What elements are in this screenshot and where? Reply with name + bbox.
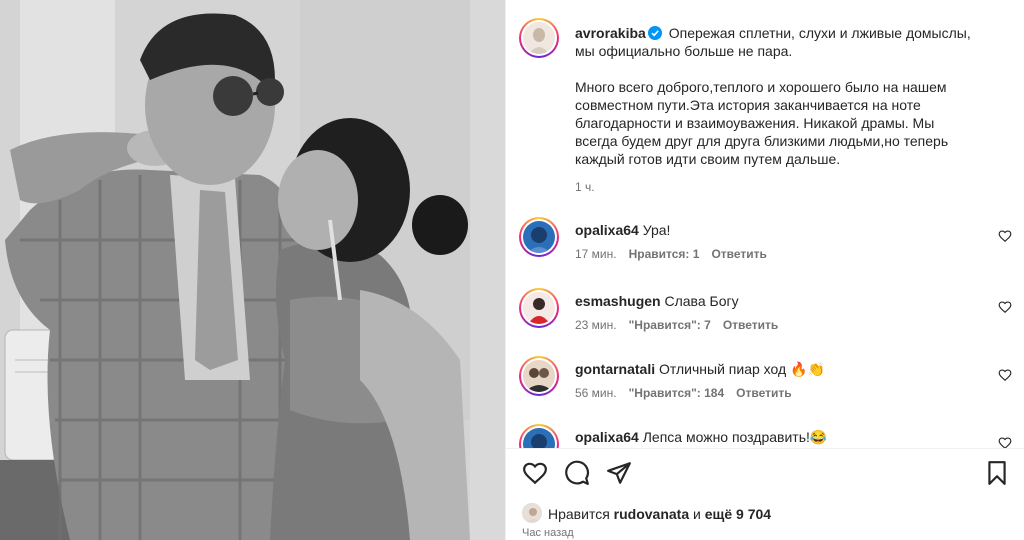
comment-item: esmashugen Слава Богу 23 мин. "Нравится":…: [517, 286, 1017, 346]
comment-text: Отличный пиар ход 🔥👏: [659, 361, 825, 377]
comment-time[interactable]: 17 мин.: [575, 247, 617, 261]
comment-time[interactable]: 23 мин.: [575, 318, 617, 332]
comment-username[interactable]: opalixa64: [575, 429, 639, 445]
comment-username[interactable]: gontarnatali: [575, 361, 655, 377]
comment-text: Лепса можно поздравить!😂: [642, 429, 828, 445]
bookmark-icon[interactable]: [984, 460, 1010, 486]
comment-icon[interactable]: [564, 460, 590, 486]
likes-middle: и: [693, 506, 701, 522]
caption-line: совместном пути.Эта история заканчиваетс…: [575, 97, 921, 113]
post-time-ago[interactable]: Час назад: [522, 527, 574, 539]
reply-button[interactable]: Ответить: [711, 247, 766, 261]
verified-badge-icon: [647, 26, 662, 40]
comment-likes[interactable]: "Нравится": 184: [629, 386, 725, 400]
post-action-bar: [522, 460, 1012, 488]
likes-count[interactable]: ещё 9 704: [705, 506, 771, 522]
comment-item: gontarnatali Отличный пиар ход 🔥👏 56 мин…: [517, 354, 1017, 414]
post-photo: [0, 0, 505, 540]
share-icon[interactable]: [606, 460, 632, 486]
caption-line: благодарности и взаимоуважения. Никакой …: [575, 115, 935, 131]
reply-button[interactable]: Ответить: [736, 386, 791, 400]
heart-icon[interactable]: [522, 460, 548, 486]
likes-prefix: Нравится: [548, 506, 610, 522]
comment-heart-icon[interactable]: [998, 368, 1012, 382]
comment-heart-icon[interactable]: [998, 300, 1012, 314]
reply-button[interactable]: Ответить: [723, 318, 778, 332]
comment-heart-icon[interactable]: [998, 229, 1012, 243]
comment-time[interactable]: 56 мин.: [575, 386, 617, 400]
liker-avatar[interactable]: [522, 503, 542, 523]
commenter-avatar[interactable]: [519, 217, 559, 257]
caption-line: Много всего доброго,теплого и хорошего б…: [575, 79, 947, 95]
post-caption: avrorakiba Опережая сплетни, слухи и лжи…: [575, 24, 995, 168]
comment-item: opalixa64 Ура! 17 мин. Нравится: 1 Ответит…: [517, 215, 1017, 275]
divider: [505, 448, 1024, 449]
commenter-avatar[interactable]: [519, 424, 559, 448]
comment-username[interactable]: esmashugen: [575, 293, 661, 309]
likes-summary[interactable]: Нравится rudovanata и ещё 9 704: [548, 506, 771, 522]
comment-likes[interactable]: "Нравится": 7: [629, 318, 711, 332]
caption-timestamp[interactable]: 1 ч.: [575, 180, 595, 194]
comment-likes[interactable]: Нравится: 1: [629, 247, 700, 261]
comment-item: opalixa64 Лепса можно поздравить!😂: [517, 422, 1017, 448]
caption-line: всегда будем друг для друга близкими люд…: [575, 133, 949, 149]
liker-username[interactable]: rudovanata: [614, 506, 689, 522]
author-avatar[interactable]: [519, 18, 559, 58]
caption-line: Опережая сплетни, слухи и лживые домыслы…: [668, 25, 971, 41]
caption-line: мы официально больше не пара.: [575, 43, 793, 59]
comment-text: Ура!: [642, 222, 671, 238]
commenter-avatar[interactable]: [519, 288, 559, 328]
post-photo-image: [0, 0, 505, 540]
comment-text: Слава Богу: [664, 293, 739, 309]
comment-username[interactable]: opalixa64: [575, 222, 639, 238]
caption-line: каждый готов идти своим путем дальше.: [575, 151, 841, 167]
commenter-avatar[interactable]: [519, 356, 559, 396]
comment-heart-icon[interactable]: [998, 436, 1012, 448]
author-username[interactable]: avrorakiba: [575, 25, 646, 41]
